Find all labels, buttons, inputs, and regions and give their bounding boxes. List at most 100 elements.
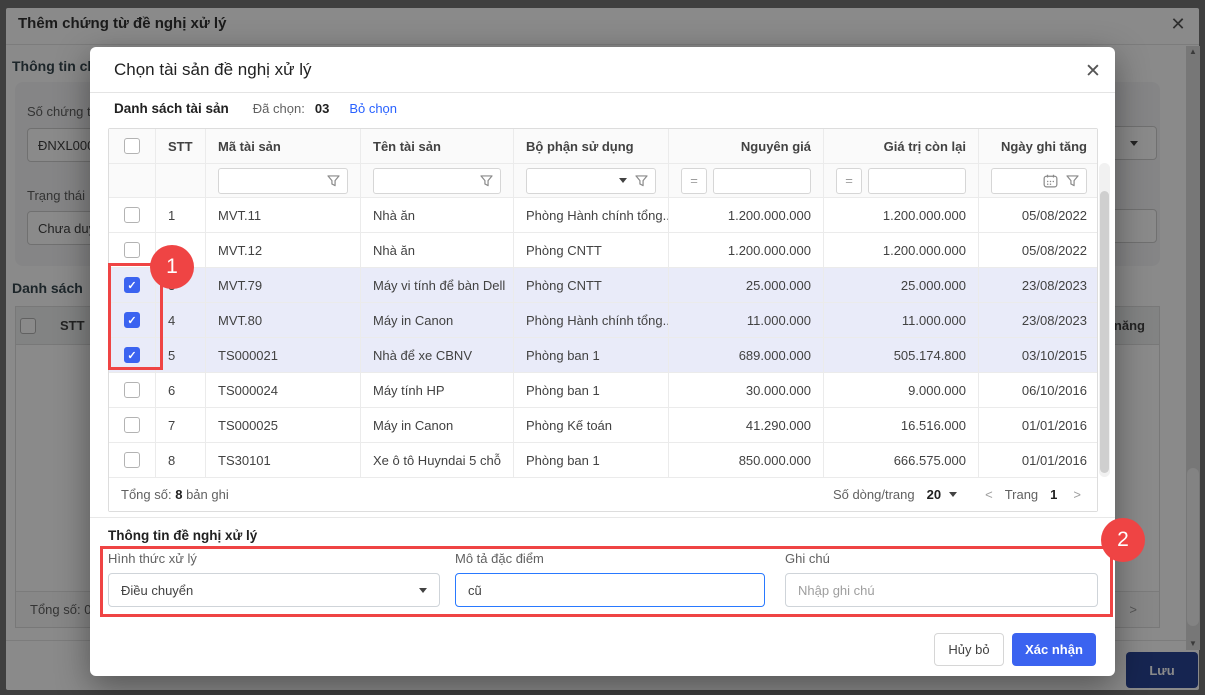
increase-date-cell: 01/01/2016 xyxy=(979,443,1099,477)
department-cell: Phòng Hành chính tổng... xyxy=(514,303,669,337)
row-checkbox[interactable] xyxy=(124,207,140,223)
original-cost-cell: 25.000.000 xyxy=(669,268,824,302)
filter-input-2[interactable] xyxy=(218,168,348,194)
checkbox-cell xyxy=(109,373,156,407)
asset-table-footer: Tổng số: 8 bản ghi Số dòng/trang 20 < Tr… xyxy=(109,478,1097,511)
asset-code-cell: TS000021 xyxy=(206,338,361,372)
asset-table-filter-row: == xyxy=(109,164,1097,198)
original-cost-cell: 1.200.000.000 xyxy=(669,198,824,232)
table-scrollbar-thumb[interactable] xyxy=(1100,191,1109,473)
annotation-step-2-badge: 2 xyxy=(1101,518,1145,562)
asset-name-cell: Máy in Canon xyxy=(361,303,514,337)
clear-selection-link[interactable]: Bỏ chọn xyxy=(349,101,397,116)
original-cost-cell: 1.200.000.000 xyxy=(669,233,824,267)
filter-cell-4 xyxy=(514,164,669,197)
asset-code-cell: MVT.11 xyxy=(206,198,361,232)
asset-name-cell: Nhà để xe CBNV xyxy=(361,338,514,372)
checkbox-cell xyxy=(109,198,156,232)
filter-funnel-icon[interactable] xyxy=(635,175,648,187)
row-checkbox[interactable] xyxy=(124,382,140,398)
asset-code-cell: TS000024 xyxy=(206,373,361,407)
filter-input-5[interactable] xyxy=(713,168,811,194)
increase-date-cell: 01/01/2016 xyxy=(979,408,1099,442)
increase-date-cell: 05/08/2022 xyxy=(979,198,1099,232)
asset-code-cell: MVT.79 xyxy=(206,268,361,302)
cancel-button[interactable]: Hủy bỏ xyxy=(934,633,1004,666)
modal-title: Chọn tài sản đề nghị xử lý xyxy=(114,60,312,80)
row-checkbox[interactable] xyxy=(124,417,140,433)
column-header-Tên tài sản: Tên tài sản xyxy=(361,129,514,163)
original-cost-cell: 41.290.000 xyxy=(669,408,824,442)
asset-code-cell: TS30101 xyxy=(206,443,361,477)
selected-count-value: 03 xyxy=(315,101,329,116)
department-cell: Phòng ban 1 xyxy=(514,443,669,477)
next-page-icon[interactable]: > xyxy=(1069,487,1085,502)
department-cell: Phòng Hành chính tổng... xyxy=(514,198,669,232)
column-header-Mã tài sản: Mã tài sản xyxy=(206,129,361,163)
original-cost-cell: 850.000.000 xyxy=(669,443,824,477)
select-all-checkbox[interactable] xyxy=(124,138,140,154)
increase-date-cell: 23/08/2023 xyxy=(979,268,1099,302)
page-size-value[interactable]: 20 xyxy=(927,487,941,502)
checkbox-cell xyxy=(109,443,156,477)
filter-operator-6[interactable]: = xyxy=(836,168,862,194)
table-row[interactable]: 5TS000021Nhà để xe CBNVPhòng ban 1689.00… xyxy=(109,338,1097,373)
filter-input-3[interactable] xyxy=(373,168,501,194)
table-row[interactable]: 6TS000024Máy tính HPPhòng ban 130.000.00… xyxy=(109,373,1097,408)
remaining-value-cell: 1.200.000.000 xyxy=(824,233,979,267)
annotation-step-1-badge: 1 xyxy=(150,245,194,289)
asset-code-cell: MVT.80 xyxy=(206,303,361,337)
table-row[interactable]: 7TS000025Máy in CanonPhòng Kế toán41.290… xyxy=(109,408,1097,443)
asset-table-body: 1MVT.11Nhà ănPhòng Hành chính tổng...1.2… xyxy=(109,198,1097,478)
filter-cell-6: = xyxy=(824,164,979,197)
table-row[interactable]: 8TS30101Xe ô tô Huyndai 5 chỗPhòng ban 1… xyxy=(109,443,1097,478)
row-checkbox[interactable] xyxy=(124,242,140,258)
annotation-rect-form xyxy=(100,546,1113,617)
table-row[interactable]: 1MVT.11Nhà ănPhòng Hành chính tổng...1.2… xyxy=(109,198,1097,233)
increase-date-cell: 23/08/2023 xyxy=(979,303,1099,337)
modal-title-divider xyxy=(90,92,1115,93)
filter-funnel-icon[interactable] xyxy=(480,175,493,187)
total-value: 8 xyxy=(175,487,182,502)
table-scrollbar[interactable] xyxy=(1099,163,1110,477)
filter-cell-1 xyxy=(156,164,206,197)
filter-funnel-icon[interactable] xyxy=(327,175,340,187)
filter-funnel-icon[interactable] xyxy=(1066,175,1079,187)
stt-cell: 1 xyxy=(156,198,206,232)
increase-date-cell: 05/08/2022 xyxy=(979,233,1099,267)
increase-date-cell: 03/10/2015 xyxy=(979,338,1099,372)
remaining-value-cell: 666.575.000 xyxy=(824,443,979,477)
page-size-caret-icon[interactable] xyxy=(949,492,957,497)
original-cost-cell: 11.000.000 xyxy=(669,303,824,337)
prev-page-icon[interactable]: < xyxy=(981,487,997,502)
modal-toolbar: Danh sách tài sản Đã chọn: 03 Bỏ chọn xyxy=(114,101,397,116)
increase-date-cell: 06/10/2016 xyxy=(979,373,1099,407)
table-row[interactable]: 4MVT.80Máy in CanonPhòng Hành chính tổng… xyxy=(109,303,1097,338)
checkbox-cell xyxy=(109,408,156,442)
asset-table-header-row: STTMã tài sảnTên tài sảnBộ phận sử dụngN… xyxy=(109,129,1097,164)
modal-close-icon[interactable]: ✕ xyxy=(1080,59,1106,85)
department-cell: Phòng ban 1 xyxy=(514,338,669,372)
page-size-label: Số dòng/trang xyxy=(833,487,915,502)
filter-operator-5[interactable]: = xyxy=(681,168,707,194)
column-header-checkbox xyxy=(109,129,156,163)
stt-cell: 4 xyxy=(156,303,206,337)
filter-input-6[interactable] xyxy=(868,168,966,194)
row-checkbox[interactable] xyxy=(124,452,140,468)
asset-code-cell: MVT.12 xyxy=(206,233,361,267)
processing-info-heading: Thông tin đề nghị xử lý xyxy=(108,528,257,543)
filter-select-4[interactable] xyxy=(526,168,656,194)
calendar-icon[interactable] xyxy=(1043,174,1058,188)
table-row[interactable]: 3MVT.79Máy vi tính để bàn DellPhòng CNTT… xyxy=(109,268,1097,303)
department-cell: Phòng CNTT xyxy=(514,233,669,267)
total-unit: bản ghi xyxy=(186,487,229,502)
column-header-Bộ phận sử dụng: Bộ phận sử dụng xyxy=(514,129,669,163)
remaining-value-cell: 505.174.800 xyxy=(824,338,979,372)
asset-name-cell: Máy tính HP xyxy=(361,373,514,407)
department-cell: Phòng CNTT xyxy=(514,268,669,302)
table-row[interactable]: 2MVT.12Nhà ănPhòng CNTT1.200.000.0001.20… xyxy=(109,233,1097,268)
asset-name-cell: Máy in Canon xyxy=(361,408,514,442)
filter-cell-2 xyxy=(206,164,361,197)
filter-date-7[interactable] xyxy=(991,168,1087,194)
confirm-button[interactable]: Xác nhận xyxy=(1012,633,1096,666)
